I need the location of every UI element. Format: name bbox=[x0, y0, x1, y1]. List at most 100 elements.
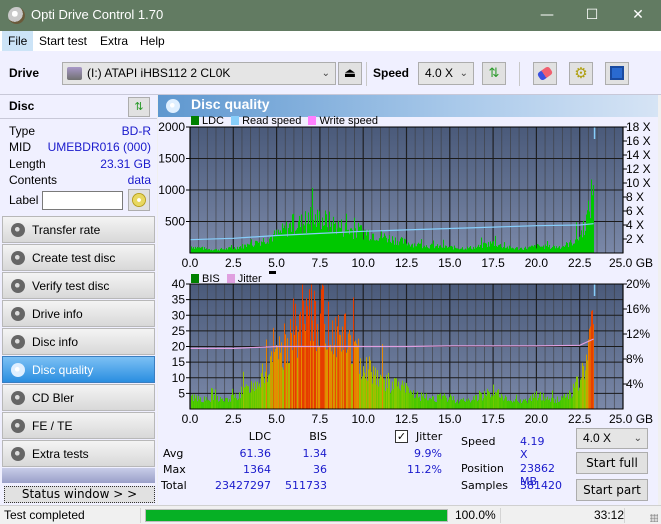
bis-bar bbox=[332, 320, 333, 409]
bis-bar bbox=[194, 394, 195, 409]
bis-bar bbox=[260, 387, 261, 409]
ldc-bar bbox=[401, 237, 402, 253]
test-speed-select[interactable]: 4.0 X ⌄ bbox=[576, 428, 648, 449]
bis-bar bbox=[472, 399, 473, 409]
bis-bar bbox=[212, 388, 213, 409]
bis-bar bbox=[534, 392, 535, 409]
bis-bar bbox=[416, 393, 417, 409]
ldc-bar bbox=[581, 230, 582, 253]
ldc-bar bbox=[554, 246, 555, 253]
bis-bar bbox=[256, 388, 257, 409]
bis-bar bbox=[448, 399, 449, 409]
ldc-bar bbox=[397, 240, 398, 253]
ldc-bar bbox=[283, 228, 284, 253]
ldc-bar bbox=[296, 229, 297, 253]
ldc-bar bbox=[328, 230, 329, 253]
ldc-bar bbox=[267, 242, 268, 253]
resize-grip[interactable] bbox=[650, 514, 658, 522]
ldc-bar bbox=[445, 245, 446, 253]
ldc-bar bbox=[507, 246, 508, 253]
bis-bar bbox=[204, 396, 205, 409]
bis-bar bbox=[560, 400, 561, 409]
bis-bar bbox=[357, 345, 358, 409]
bis-bar bbox=[438, 395, 439, 409]
y-tick-label-left: 15 bbox=[172, 355, 186, 369]
bis-bar bbox=[431, 399, 432, 409]
bis-bar bbox=[373, 366, 374, 409]
bis-bar bbox=[368, 369, 369, 409]
bis-bar bbox=[353, 297, 354, 409]
bis-bar bbox=[441, 399, 442, 409]
bis-bar bbox=[445, 395, 446, 409]
ldc-bar bbox=[470, 246, 471, 253]
ldc-bar bbox=[266, 243, 267, 253]
ldc-bar bbox=[407, 245, 408, 253]
bis-bar bbox=[409, 392, 410, 409]
ldc-bar bbox=[322, 217, 323, 253]
bis-bar bbox=[284, 323, 285, 409]
ldc-bar bbox=[262, 242, 263, 253]
bis-bar bbox=[365, 378, 366, 409]
bis-bar bbox=[388, 372, 389, 409]
ldc-bar bbox=[392, 236, 393, 253]
bis-bar bbox=[593, 324, 594, 409]
bis-bar bbox=[420, 400, 421, 409]
ldc-bar bbox=[202, 246, 203, 253]
bis-bar bbox=[453, 396, 454, 409]
status-text: Test completed bbox=[4, 508, 85, 522]
bis-bar bbox=[321, 289, 322, 409]
ldc-bar bbox=[241, 248, 242, 253]
ldc-bar bbox=[393, 240, 394, 253]
ldc-bar bbox=[453, 249, 454, 253]
ldc-bar bbox=[329, 211, 330, 253]
bis-bar bbox=[584, 379, 585, 409]
ldc-bar bbox=[259, 241, 260, 253]
y-tick-label-left: 1500 bbox=[158, 152, 185, 166]
ldc-bar bbox=[512, 247, 513, 253]
ldc-bar bbox=[404, 238, 405, 253]
x-tick-label: 22.5 bbox=[568, 412, 592, 426]
bis-bar bbox=[237, 400, 238, 409]
bis-bar bbox=[324, 323, 325, 409]
ldc-bar bbox=[376, 239, 377, 253]
bis-bar bbox=[567, 393, 568, 409]
bis-bar bbox=[299, 314, 300, 409]
ldc-bar bbox=[394, 244, 395, 253]
ldc-bar bbox=[389, 234, 390, 253]
ldc-bar bbox=[387, 242, 388, 253]
ldc-bar bbox=[422, 248, 423, 253]
ldc-bar bbox=[583, 220, 584, 253]
bis-bar bbox=[216, 400, 217, 409]
ldc-bar bbox=[256, 240, 257, 253]
bis-bar bbox=[325, 343, 326, 409]
bis-bar bbox=[234, 397, 235, 409]
bis-bar bbox=[464, 400, 465, 409]
ldc-bar bbox=[410, 246, 411, 253]
ldc-bar bbox=[286, 221, 287, 253]
samples-label: Samples bbox=[461, 479, 508, 492]
total-ldc: 23427297 bbox=[215, 479, 271, 492]
start-full-button[interactable]: Start full bbox=[576, 452, 648, 474]
bis-bar bbox=[267, 381, 268, 409]
bis-bar bbox=[384, 379, 385, 409]
ldc-bar bbox=[511, 248, 512, 253]
bis-bar bbox=[285, 334, 286, 409]
jitter-checkbox[interactable]: ✓ bbox=[395, 430, 408, 443]
bis-bar bbox=[490, 397, 491, 409]
bis-bar bbox=[334, 344, 335, 409]
bis-bar bbox=[358, 338, 359, 409]
ldc-bar bbox=[274, 230, 275, 253]
ldc-bar bbox=[535, 245, 536, 253]
ldc-bar bbox=[429, 248, 430, 253]
bis-bar bbox=[312, 320, 313, 409]
bis-bar bbox=[517, 400, 518, 409]
ldc-bar bbox=[287, 236, 288, 253]
bis-bar bbox=[484, 390, 485, 409]
ldc-bar bbox=[557, 248, 558, 253]
bis-bar bbox=[520, 399, 521, 409]
ldc-bar bbox=[564, 246, 565, 253]
start-part-button[interactable]: Start part bbox=[576, 479, 648, 501]
bis-bar bbox=[476, 395, 477, 409]
ldc-bar bbox=[209, 248, 210, 253]
ldc-bar bbox=[580, 234, 581, 253]
